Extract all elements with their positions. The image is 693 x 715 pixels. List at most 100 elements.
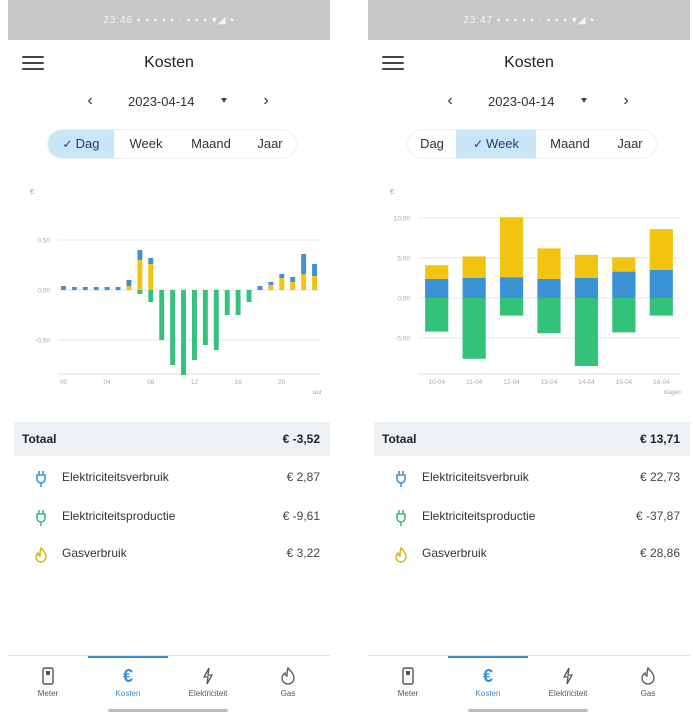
chevron-right-icon[interactable]: ›: [614, 90, 638, 114]
segment-label: Jaar: [617, 136, 643, 151]
total-label: Totaal: [382, 432, 417, 446]
bar-segment: [649, 270, 673, 298]
caret-down-icon[interactable]: [581, 98, 587, 103]
page-title: Kosten: [144, 54, 194, 71]
phone-screen-day: 23:46 ▪ ▪ ▪ ▪ ▪ · ▪ ▪ ▪ ▾◢ ▪ Kosten ‹ 20…: [8, 0, 330, 715]
date-selector[interactable]: 2023-04-14: [128, 94, 195, 109]
nav-gas[interactable]: Gas: [248, 656, 328, 706]
svg-text:€: €: [123, 666, 133, 686]
period-selector: Dag ✓ Week Maand Jaar: [408, 130, 656, 158]
x-tick-label: 14-04: [578, 379, 595, 386]
segment-label: Dag: [75, 136, 100, 151]
date-selector[interactable]: 2023-04-14: [488, 94, 555, 109]
bar-segment: [499, 217, 524, 278]
segment-week[interactable]: ✓ Week: [456, 130, 536, 158]
phone-screen-week: 23:47 ▪ ▪ ▪ ▪ ▪ · ▪ ▪ ▪ ▾◢ ▪ Kosten ‹ 20…: [368, 0, 690, 715]
chevron-left-icon[interactable]: ‹: [78, 90, 102, 114]
bottom-navigation: Meter € Kosten Elektriciteit Gas: [8, 655, 330, 715]
bar-segment: [137, 290, 143, 294]
nav-kosten[interactable]: € Kosten: [88, 656, 168, 706]
chevron-right-icon[interactable]: ›: [254, 90, 278, 114]
nav-elektriciteit[interactable]: Elektriciteit: [168, 656, 248, 706]
segment-dag[interactable]: ✓ Dag: [48, 130, 114, 158]
list-item-gasverbruik[interactable]: Gasverbruik € 28,86: [374, 540, 690, 568]
x-tick-label: 15-04: [616, 379, 633, 386]
status-text: 23:47 ▪ ▪ ▪ ▪ ▪ · ▪ ▪ ▪ ▾◢ ▪: [463, 14, 595, 26]
chart-svg: €0,50 0,00 -0,50 00 04 08 12 16 20 uur: [30, 189, 323, 396]
x-tick-label: 16: [235, 379, 243, 386]
bar-segment: [301, 254, 307, 274]
nav-meter[interactable]: Meter: [368, 656, 448, 706]
x-tick-label: 12-04: [503, 379, 520, 386]
segment-dag[interactable]: Dag: [408, 130, 456, 158]
list-item-elektriciteitsproductie[interactable]: Elektriciteitsproductie € -9,61: [14, 503, 330, 531]
bar-segment: [290, 277, 296, 282]
plug-icon: [396, 471, 406, 487]
list-item-gasverbruik[interactable]: Gasverbruik € 3,22: [14, 540, 330, 568]
segment-jaar[interactable]: Jaar: [244, 130, 296, 158]
total-value: € 13,71: [639, 432, 680, 446]
plug-icon: [36, 471, 46, 487]
bar-segment: [224, 290, 230, 315]
bolt-icon: [202, 667, 214, 685]
item-value: € 3,22: [286, 546, 320, 560]
status-bar: 23:46 ▪ ▪ ▪ ▪ ▪ · ▪ ▪ ▪ ▾◢ ▪: [8, 0, 330, 40]
bar-segment: [574, 298, 599, 366]
item-value: € 28,86: [639, 546, 680, 560]
bar-segment: [425, 298, 449, 332]
total-value: € -3,52: [282, 432, 320, 446]
bar-segment: [71, 287, 77, 290]
home-indicator: [108, 709, 228, 712]
bar-segment: [104, 287, 110, 290]
euro-icon: €: [123, 666, 133, 686]
item-label: Gasverbruik: [422, 546, 487, 560]
nav-kosten[interactable]: € Kosten: [448, 656, 528, 706]
euro-icon: €: [483, 666, 493, 686]
total-row: Totaal € 13,71: [374, 422, 690, 456]
x-tick-label: 12: [191, 379, 199, 386]
bar-segment: [137, 260, 143, 290]
item-value: € -9,61: [282, 509, 320, 523]
item-label: Elektriciteitsproductie: [62, 509, 176, 523]
list-item-elektriciteitsverbruik[interactable]: Elektriciteitsverbruik € 2,87: [14, 464, 330, 492]
nav-meter[interactable]: Meter: [8, 656, 88, 706]
nav-label: Elektriciteit: [188, 689, 228, 698]
caret-down-icon[interactable]: [221, 98, 227, 103]
bar-segment: [268, 282, 274, 285]
bar-segment: [462, 298, 486, 359]
x-tick-label: 04: [104, 379, 112, 386]
bottom-navigation: Meter € Kosten Elektriciteit Gas: [368, 655, 690, 715]
bar-segment: [499, 298, 524, 316]
bar-segment: [82, 287, 88, 290]
list-item-elektriciteitsverbruik[interactable]: Elektriciteitsverbruik € 22,73: [374, 464, 690, 492]
bar-segment: [279, 278, 285, 290]
bar-segment: [213, 290, 219, 350]
svg-text:€: €: [483, 666, 493, 686]
segment-label: Jaar: [257, 136, 283, 151]
segment-jaar[interactable]: Jaar: [604, 130, 656, 158]
segment-maand[interactable]: Maand: [536, 130, 604, 158]
bar-segment: [268, 285, 274, 290]
flame-icon: [281, 666, 295, 685]
y-tick-label: 5,00: [397, 256, 410, 263]
y-tick-label: 0,00: [37, 288, 50, 295]
nav-gas[interactable]: Gas: [608, 656, 688, 706]
segment-week[interactable]: Week: [114, 130, 178, 158]
bar-segment: [126, 280, 132, 286]
y-tick-label: 0,50: [37, 238, 50, 245]
list-item-elektriciteitsproductie[interactable]: Elektriciteitsproductie € -37,87: [374, 503, 690, 531]
flame-icon: [35, 546, 47, 563]
nav-label: Meter: [37, 689, 59, 698]
x-tick-label: 16-04: [653, 379, 670, 386]
segment-label: Maand: [550, 136, 590, 151]
item-label: Elektriciteitsverbruik: [62, 470, 169, 484]
segment-maand[interactable]: Maand: [178, 130, 244, 158]
app-bar: Kosten: [8, 44, 330, 84]
bar-segment: [93, 287, 99, 290]
chevron-left-icon[interactable]: ‹: [438, 90, 462, 114]
cost-chart-day: €0,50 0,00 -0,50 00 04 08 12 16 20 uur: [8, 180, 330, 410]
nav-elektriciteit[interactable]: Elektriciteit: [528, 656, 608, 706]
item-value: € 22,73: [639, 470, 680, 484]
bar-segment: [499, 277, 524, 298]
bar-segment: [312, 276, 317, 290]
